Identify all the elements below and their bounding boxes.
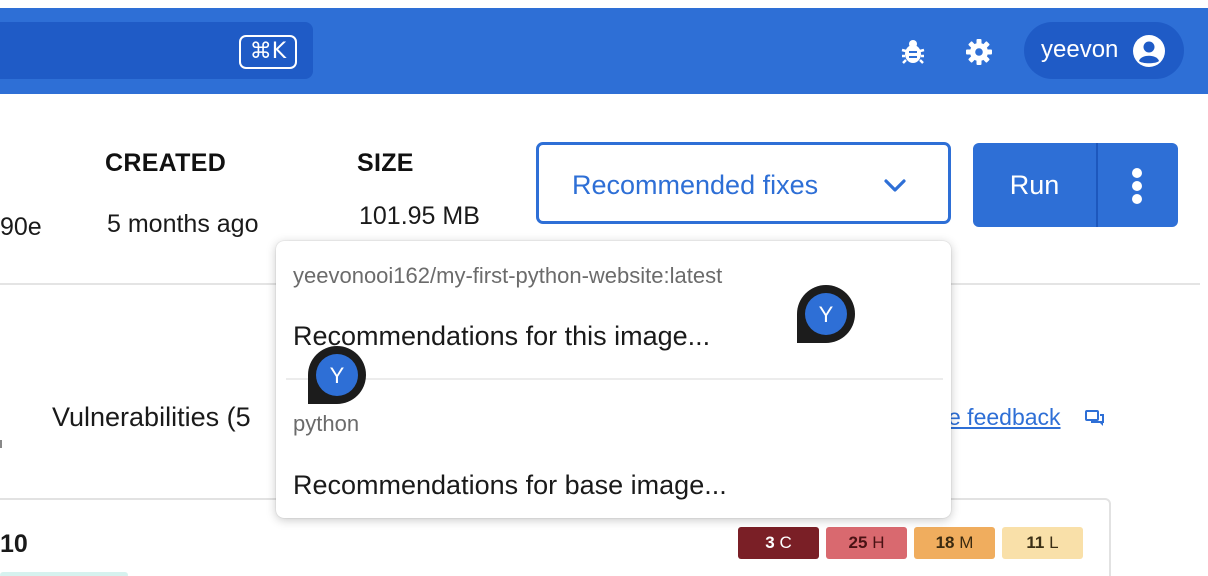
created-value: 5 months ago: [107, 210, 259, 238]
feedback-icon[interactable]: [1085, 410, 1105, 428]
user-circle-icon: [1133, 35, 1165, 67]
top-navigation-bar: ⌘K yeevon: [0, 8, 1208, 94]
recommended-fixes-dropdown[interactable]: Recommended fixes: [536, 142, 951, 224]
menu-group-base-image: python: [293, 411, 360, 436]
username-label: yeevon: [1041, 36, 1119, 63]
give-feedback-link[interactable]: e feedback: [948, 404, 1061, 431]
search-shortcut-badge: ⌘K: [239, 35, 297, 69]
menu-group-image: yeevonooi162/my-first-python-website:lat…: [293, 263, 723, 288]
severity-low-badge: 11 L: [1002, 527, 1083, 559]
recommended-fixes-label: Recommended fixes: [572, 170, 819, 200]
gear-icon[interactable]: [965, 38, 993, 66]
menu-separator: [286, 378, 943, 380]
size-value: 101.95 MB: [359, 202, 480, 230]
package-name: 10: [0, 530, 28, 558]
collaborator-cursor-marker: Y: [308, 346, 366, 404]
size-label: SIZE: [357, 149, 414, 177]
severity-medium-badge: 18 M: [914, 527, 995, 559]
image-digest-fragment: 90e: [0, 213, 42, 241]
svg-text:Y: Y: [819, 302, 834, 327]
menu-item-base-image-recommendations[interactable]: Recommendations for base image...: [293, 470, 727, 501]
severity-critical-badge: 3 C: [738, 527, 819, 559]
more-options-button[interactable]: [1096, 143, 1178, 227]
search-bar[interactable]: ⌘K: [0, 22, 313, 79]
bug-icon[interactable]: [899, 38, 927, 66]
chevron-down-icon: [884, 179, 906, 192]
vulnerabilities-heading: Vulnerabilities (5: [52, 402, 251, 432]
user-menu-button[interactable]: yeevon: [1024, 22, 1184, 79]
collaborator-cursor-marker: Y: [797, 285, 855, 343]
edge-marker: [0, 440, 2, 448]
run-button[interactable]: Run: [973, 143, 1096, 227]
package-tag: [0, 572, 128, 576]
severity-high-badge: 25 H: [826, 527, 907, 559]
created-label: CREATED: [105, 149, 227, 177]
svg-text:Y: Y: [330, 363, 345, 388]
